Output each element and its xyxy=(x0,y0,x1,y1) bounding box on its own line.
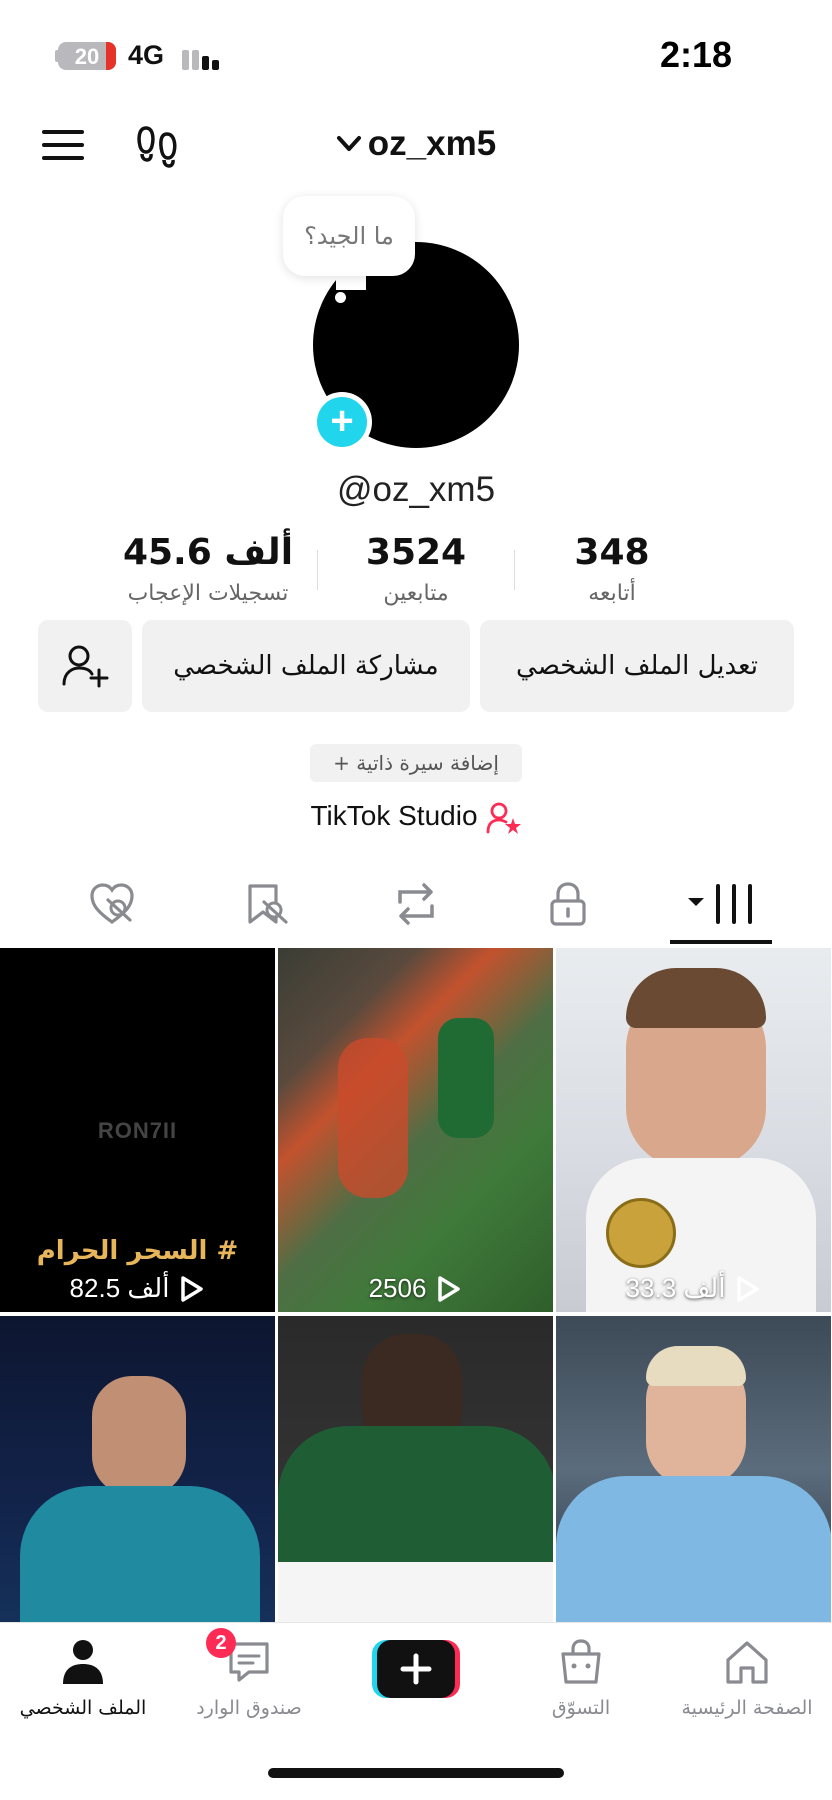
view-count: 2506 xyxy=(278,1273,553,1304)
favorites-hidden-icon xyxy=(248,884,288,924)
nav-profile[interactable]: الملف الشخصي xyxy=(0,1638,166,1719)
nav-home-label: الصفحة الرئيسية xyxy=(681,1697,813,1719)
play-icon xyxy=(438,1275,461,1302)
lock-icon xyxy=(550,882,586,926)
status-time: 2:18 xyxy=(659,34,732,75)
liked-hidden-icon xyxy=(90,883,134,924)
signal-icon xyxy=(182,42,226,70)
plus-icon: + xyxy=(317,397,367,447)
likes-label: تسجيلات الإعجاب xyxy=(127,581,289,606)
bubble-dot xyxy=(335,292,346,303)
video-thumbnail[interactable]: RON7II السحر الحرام # 82.5 ألف xyxy=(0,948,275,1312)
active-tab-indicator xyxy=(670,940,772,944)
tab-private[interactable] xyxy=(538,878,598,930)
profile-icon xyxy=(63,1640,103,1684)
tab-favorites[interactable] xyxy=(236,878,296,930)
following-stat[interactable]: 348 أتابعه xyxy=(512,532,712,606)
view-count: 33.3 ألف xyxy=(556,1273,831,1304)
followers-count: 3524 xyxy=(365,532,467,573)
add-friend-button[interactable] xyxy=(38,620,132,712)
play-icon xyxy=(737,1275,760,1302)
share-profile-button[interactable]: مشاركة الملف الشخصي xyxy=(142,620,470,712)
home-icon xyxy=(726,1641,768,1684)
nav-shop[interactable]: التسوّق xyxy=(498,1638,664,1719)
likes-stat: 45.6 ألف تسجيلات الإعجاب xyxy=(108,532,308,606)
chevron-down-icon xyxy=(336,136,361,151)
account-switcher[interactable]: oz_xm5 xyxy=(0,124,832,164)
header-username: oz_xm5 xyxy=(367,124,497,163)
nav-shop-label: التسوّق xyxy=(551,1697,611,1719)
followers-label: متابعين xyxy=(383,581,449,606)
home-indicator xyxy=(268,1768,564,1778)
note-bubble[interactable]: ما الجيد؟ xyxy=(283,196,415,276)
shopping-bag-icon xyxy=(561,1639,601,1684)
edit-profile-button[interactable]: تعديل الملف الشخصي xyxy=(480,620,794,712)
tiktok-studio-link[interactable]: TikTok Studio xyxy=(0,800,832,834)
video-thumbnail[interactable] xyxy=(278,1316,553,1622)
video-caption: السحر الحرام # xyxy=(36,1236,239,1266)
nav-profile-label: الملف الشخصي xyxy=(19,1697,147,1719)
tab-reposts[interactable] xyxy=(386,878,446,930)
repost-icon xyxy=(398,883,434,925)
add-user-icon xyxy=(62,645,109,688)
studio-icon xyxy=(486,802,521,834)
add-avatar-button[interactable]: + xyxy=(312,392,372,452)
profile-handle: @oz_xm5 xyxy=(336,470,496,509)
play-icon xyxy=(181,1275,204,1302)
likes-count: 45.6 ألف xyxy=(122,532,294,573)
view-count: 82.5 ألف xyxy=(0,1273,275,1304)
video-thumbnail[interactable] xyxy=(556,1316,831,1622)
following-label: أتابعه xyxy=(588,581,636,606)
network-type: 4G xyxy=(128,40,165,70)
nav-inbox-label: صندوق الوارد xyxy=(196,1697,302,1719)
video-watermark: RON7II xyxy=(97,1118,178,1143)
nav-home[interactable]: الصفحة الرئيسية xyxy=(664,1638,830,1719)
video-thumbnail[interactable]: 33.3 ألف xyxy=(556,948,831,1312)
add-bio-button[interactable]: + إضافة سيرة ذاتية xyxy=(310,744,522,782)
studio-label: TikTok Studio xyxy=(310,800,478,831)
following-count: 348 xyxy=(574,532,650,573)
tab-videos[interactable] xyxy=(684,878,760,930)
nav-inbox[interactable]: صندوق الوارد xyxy=(166,1638,332,1719)
followers-stat[interactable]: 3524 متابعين xyxy=(316,532,516,606)
video-thumbnail[interactable] xyxy=(0,1316,275,1622)
create-button[interactable] xyxy=(372,1640,460,1698)
inbox-badge: 2 xyxy=(206,1628,236,1658)
tab-liked[interactable] xyxy=(82,878,142,930)
videos-grid-icon xyxy=(688,884,752,924)
battery-indicator: 20 xyxy=(58,42,116,70)
video-thumbnail[interactable]: 2506 xyxy=(278,948,553,1312)
